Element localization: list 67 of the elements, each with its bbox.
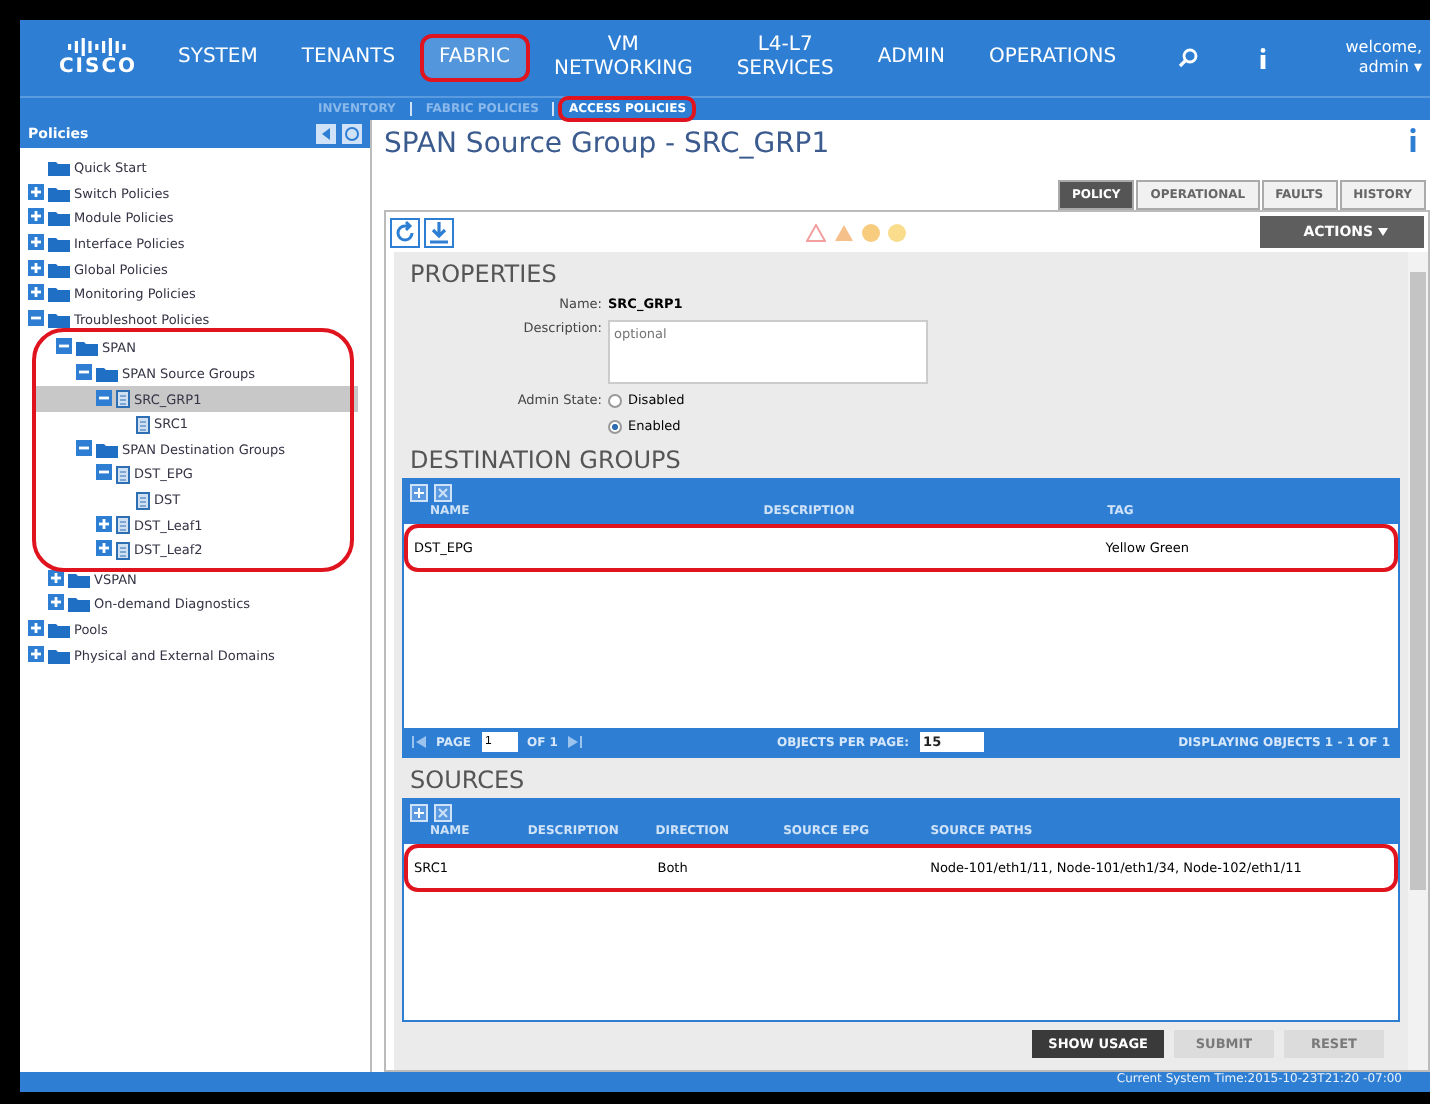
refresh-icon[interactable] (390, 217, 420, 247)
document-icon (116, 390, 130, 409)
page-title: SPAN Source Group - SRC_GRP1 (384, 128, 830, 160)
add-icon[interactable] (410, 484, 428, 502)
folder-icon (48, 621, 70, 638)
nav-tab[interactable]: L4-L7 SERVICES (720, 26, 850, 90)
folder-icon (68, 571, 90, 588)
folder-icon (76, 340, 98, 357)
download-icon[interactable] (424, 217, 454, 247)
document-icon (116, 541, 130, 560)
folder-icon (48, 210, 70, 227)
expand-icon[interactable] (48, 569, 64, 586)
collapse-icon[interactable] (76, 439, 92, 456)
logo-text: CISCO (58, 56, 138, 78)
next-page-icon[interactable] (567, 736, 582, 748)
warning-icon (806, 223, 827, 241)
info-icon[interactable] (1408, 128, 1418, 152)
add-icon[interactable] (410, 804, 428, 822)
expand-icon[interactable] (48, 594, 64, 611)
first-page-icon[interactable] (412, 736, 426, 748)
expand-icon[interactable] (96, 515, 112, 532)
scrollbar[interactable] (1408, 252, 1428, 1070)
expand-icon[interactable] (28, 208, 44, 225)
collapse-icon[interactable] (96, 389, 112, 406)
folder-icon (48, 160, 70, 177)
expand-icon[interactable] (96, 540, 112, 557)
nav-tab[interactable]: TENANTS (285, 38, 412, 78)
section-heading: PROPERTIES (410, 260, 559, 288)
folder-icon (96, 441, 118, 458)
folder-icon (48, 647, 70, 664)
document-icon (116, 516, 130, 535)
folder-icon (48, 185, 70, 202)
user-menu[interactable]: admin ▾ (1345, 58, 1422, 79)
nav-tab[interactable]: VM NETWORKING (537, 26, 709, 90)
folder-icon (48, 261, 70, 278)
folder-icon (48, 286, 70, 303)
expand-icon[interactable] (28, 234, 44, 251)
caret-icon (1378, 228, 1388, 236)
expand-icon[interactable] (28, 183, 44, 200)
nav-tab[interactable]: ADMIN (861, 38, 961, 78)
delete-icon[interactable] (434, 804, 452, 822)
folder-icon (68, 596, 90, 613)
warning-icon (834, 223, 855, 241)
folder-icon (48, 236, 70, 253)
nav-tab[interactable]: OPERATIONS (972, 38, 1133, 78)
folder-icon (48, 311, 70, 328)
collapse-icon[interactable] (28, 309, 44, 326)
section-heading: DESTINATION GROUPS (410, 446, 683, 474)
logo-bars-icon (68, 38, 128, 56)
refresh-icon[interactable] (342, 124, 362, 144)
search-icon[interactable] (1178, 48, 1199, 68)
document-icon (136, 415, 150, 434)
document-icon (116, 465, 130, 484)
collapse-panel-icon[interactable] (316, 124, 336, 144)
expand-icon[interactable] (28, 645, 44, 662)
expand-icon[interactable] (28, 284, 44, 301)
collapse-icon[interactable] (96, 464, 112, 481)
info-icon[interactable] (1258, 47, 1269, 69)
expand-icon[interactable] (28, 619, 44, 636)
document-icon (136, 491, 150, 510)
welcome-text: welcome, (1345, 37, 1422, 58)
delete-icon[interactable] (434, 484, 452, 502)
nav-tab[interactable]: SYSTEM (162, 38, 274, 78)
collapse-icon[interactable] (76, 364, 92, 381)
expand-icon[interactable] (28, 259, 44, 276)
section-heading: SOURCES (410, 766, 527, 794)
collapse-icon[interactable] (56, 338, 72, 355)
